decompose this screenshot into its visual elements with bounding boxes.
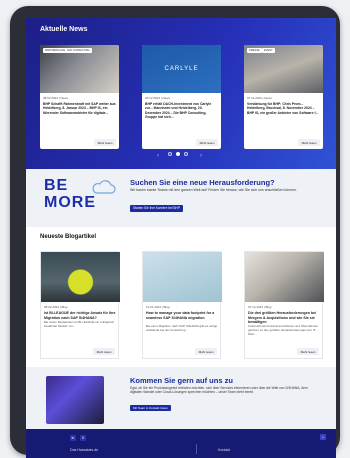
- contact-button[interactable]: Mit Team in Kontakt treten: [130, 405, 171, 411]
- tablet-frame: Aktuelle News PARTNERSCHAFT SAP CONSULTI…: [10, 6, 340, 458]
- carousel-prev-icon[interactable]: ‹: [157, 153, 163, 159]
- contact-section: Kommen Sie gern auf uns zu Egal, ob Sie …: [26, 367, 336, 429]
- news-image: PARTNERSCHAFT SAP CONSULTING: [40, 45, 119, 93]
- news-image: CARLYLE: [142, 45, 221, 93]
- news-text: BHP Schafft Rahmenkraft mit SAP weiter a…: [43, 102, 116, 115]
- read-more-label: Mehr lesen: [301, 140, 317, 145]
- read-more-label: Mehr lesen: [300, 349, 316, 354]
- screen: Aktuelle News PARTNERSCHAFT SAP CONSULTI…: [26, 18, 336, 458]
- footer-divider: [196, 444, 197, 454]
- news-tag: SAP CONSULTING: [65, 48, 92, 53]
- be-more-logo: BE MORE: [40, 177, 116, 219]
- career-button[interactable]: Starten Sie Ihre Karriere bei BHP: [130, 205, 183, 212]
- read-more-button[interactable]: Mehr lesen: [195, 348, 217, 355]
- blog-section: Neueste Blogartikel 08.02.2024 | Blog Is…: [26, 227, 336, 367]
- carousel-dot[interactable]: [184, 152, 188, 156]
- blog-image: [143, 252, 222, 302]
- read-more-button[interactable]: Mehr lesen: [297, 348, 319, 355]
- blog-heading: How to manage your data footprint for a …: [146, 311, 215, 320]
- news-card[interactable]: PARTNERSCHAFT SAP CONSULTING 08.02.2024 …: [40, 45, 119, 149]
- blog-image: [41, 252, 120, 302]
- news-tag: PRESSE: [247, 48, 262, 53]
- blog-image: [245, 252, 324, 302]
- read-more-button[interactable]: Mehr lesen: [94, 139, 116, 146]
- logo-be: BE: [44, 177, 69, 194]
- carousel-dots: [168, 152, 188, 156]
- news-title: Aktuelle News: [40, 26, 88, 33]
- contact-text: Egal, ob Sie ein Produktangebot einholen…: [130, 386, 308, 395]
- scroll-top-icon[interactable]: ^: [320, 434, 326, 440]
- blog-heading: Die drei größten Herausforderungen bei M…: [248, 311, 317, 324]
- carousel-next-icon[interactable]: ›: [200, 153, 206, 159]
- read-more-label: Mehr lesen: [97, 140, 113, 145]
- linkedin-icon[interactable]: in: [70, 435, 76, 441]
- blog-meta: 07.12.2023 | Blog: [248, 305, 272, 309]
- recruiting-banner: BE MORE Suchen Sie eine neue Herausforde…: [26, 169, 336, 227]
- news-tag: EVENT: [262, 48, 275, 53]
- news-card[interactable]: CARLYLE 20.12.2023 | News BHP erhält DAC…: [142, 45, 221, 149]
- contact-heading: Kommen Sie gern auf uns zu: [130, 376, 233, 385]
- blog-card[interactable]: 12.01.2024 | Blog How to manage your dat…: [142, 251, 222, 359]
- read-more-button[interactable]: Mehr lesen: [298, 139, 320, 146]
- logo-more: MORE: [44, 194, 96, 211]
- read-more-label: Mehr lesen: [96, 349, 112, 354]
- news-section: Aktuelle News PARTNERSCHAFT SAP CONSULTI…: [26, 18, 336, 169]
- blog-title: Neueste Blogartikel: [40, 234, 97, 240]
- cloud-icon: [92, 180, 116, 194]
- blog-excerpt: Bei einer Migration nach SAP S/4HANA gib…: [146, 324, 218, 332]
- footer-contact-link[interactable]: Kontakt: [218, 448, 230, 452]
- footer-link[interactable]: Das Hassstats.de: [70, 448, 98, 452]
- footer: in X ^ Das Hassstats.de Kontakt: [26, 429, 336, 458]
- blog-card[interactable]: 08.02.2024 | Blog Ist BI-LEAGUE der rich…: [40, 251, 120, 359]
- carlyle-logo: CARLYLE: [164, 66, 199, 72]
- news-card[interactable]: PRESSE EVENT 07.11.2023 | News Verstärku…: [244, 45, 323, 149]
- news-meta: 07.11.2023 | News: [247, 96, 272, 100]
- blog-excerpt: Bei vielen Bestandsen ist BI-LEAGUE ein …: [44, 320, 115, 328]
- contact-image: [46, 376, 104, 424]
- blog-excerpt: Unternehmenszusammenschlüsse und Übernah…: [248, 324, 319, 336]
- news-text: Verstärkung für BHP: Chris Prom... Heide…: [247, 102, 319, 115]
- read-more-button[interactable]: Mehr lesen: [93, 348, 115, 355]
- news-meta: 08.02.2024 | News: [43, 96, 68, 100]
- blog-heading: Ist BI-LEAGUE der richtige Ansatz für Ih…: [44, 311, 116, 320]
- carousel-dot[interactable]: [168, 152, 172, 156]
- blog-card[interactable]: 07.12.2023 | Blog Die drei größten Herau…: [244, 251, 324, 359]
- news-meta: 20.12.2023 | News: [145, 96, 170, 100]
- x-icon[interactable]: X: [80, 435, 86, 441]
- recruit-heading: Suchen Sie eine neue Herausforderung?: [130, 178, 275, 187]
- carousel-dot-active[interactable]: [176, 152, 180, 156]
- read-more-button[interactable]: Mehr lesen: [196, 139, 218, 146]
- blog-meta: 08.02.2024 | Blog: [44, 305, 68, 309]
- read-more-label: Mehr lesen: [199, 140, 215, 145]
- recruit-text: Wir bauen starke Teams mit den ganzen We…: [130, 188, 297, 192]
- blog-meta: 12.01.2024 | Blog: [146, 305, 170, 309]
- news-text: BHP erhält DACH-Investment von Carlyle z…: [145, 102, 212, 119]
- read-more-label: Mehr lesen: [198, 349, 214, 354]
- news-image: PRESSE EVENT: [244, 45, 323, 93]
